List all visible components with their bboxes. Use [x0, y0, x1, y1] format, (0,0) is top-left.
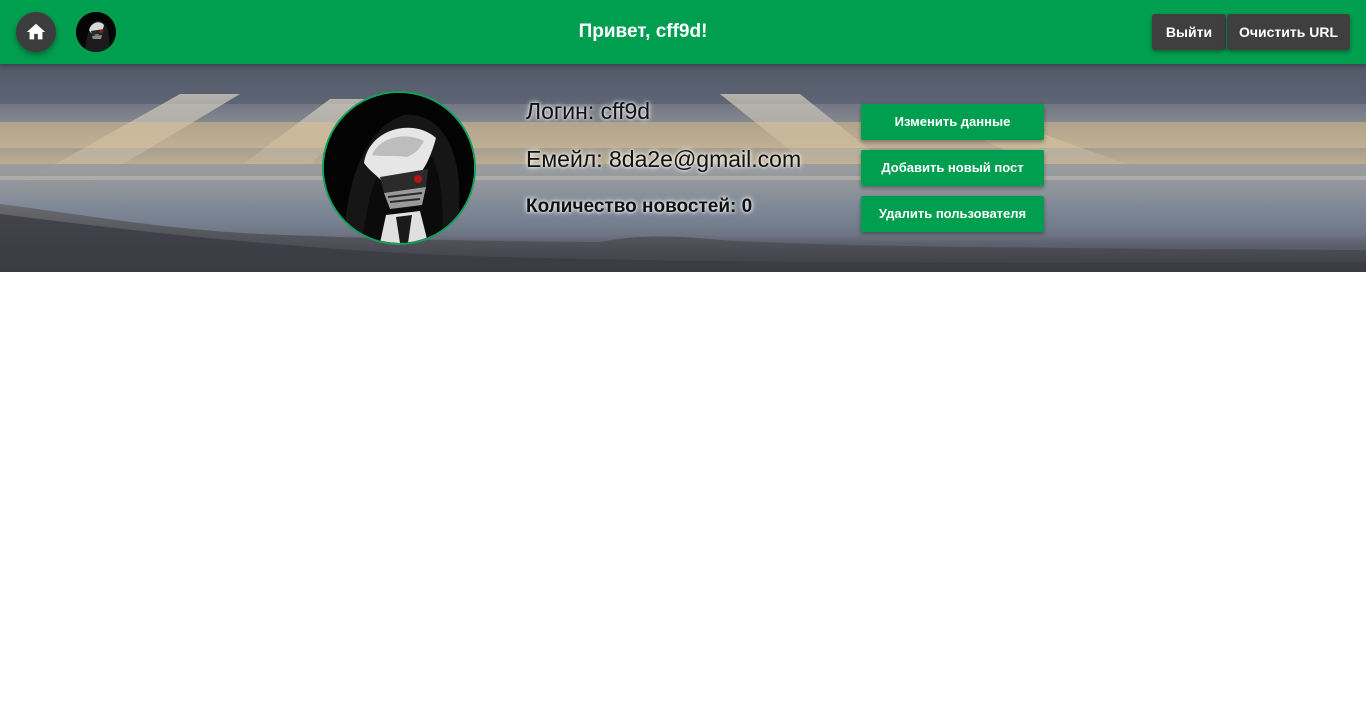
profile-avatar — [322, 91, 476, 245]
profile-login: Логин: cff9d — [526, 98, 651, 124]
profile-avatar-image — [324, 93, 474, 243]
edit-profile-button[interactable]: Изменить данные — [861, 104, 1044, 140]
clear-url-button[interactable]: Очистить URL — [1227, 14, 1350, 50]
top-app-bar: Привет, cff9d! Выйти Очистить URL — [0, 0, 1366, 64]
greeting-title: Привет, cff9d! — [578, 21, 708, 42]
avatar-image — [76, 12, 116, 52]
add-post-button[interactable]: Добавить новый пост — [861, 150, 1044, 186]
delete-user-button[interactable]: Удалить пользователя — [861, 196, 1044, 232]
profile-news-count: Количество новостей: 0 — [526, 196, 753, 217]
profile-email: Емейл: 8da2e@gmail.com — [526, 146, 802, 172]
posts-area — [0, 272, 1366, 716]
user-avatar[interactable] — [76, 12, 116, 52]
home-icon — [26, 23, 46, 40]
home-button[interactable] — [16, 12, 56, 52]
logout-button[interactable]: Выйти — [1152, 14, 1226, 50]
profile-banner: Логин: cff9d Емейл: 8da2e@gmail.com Коли… — [0, 64, 1366, 272]
